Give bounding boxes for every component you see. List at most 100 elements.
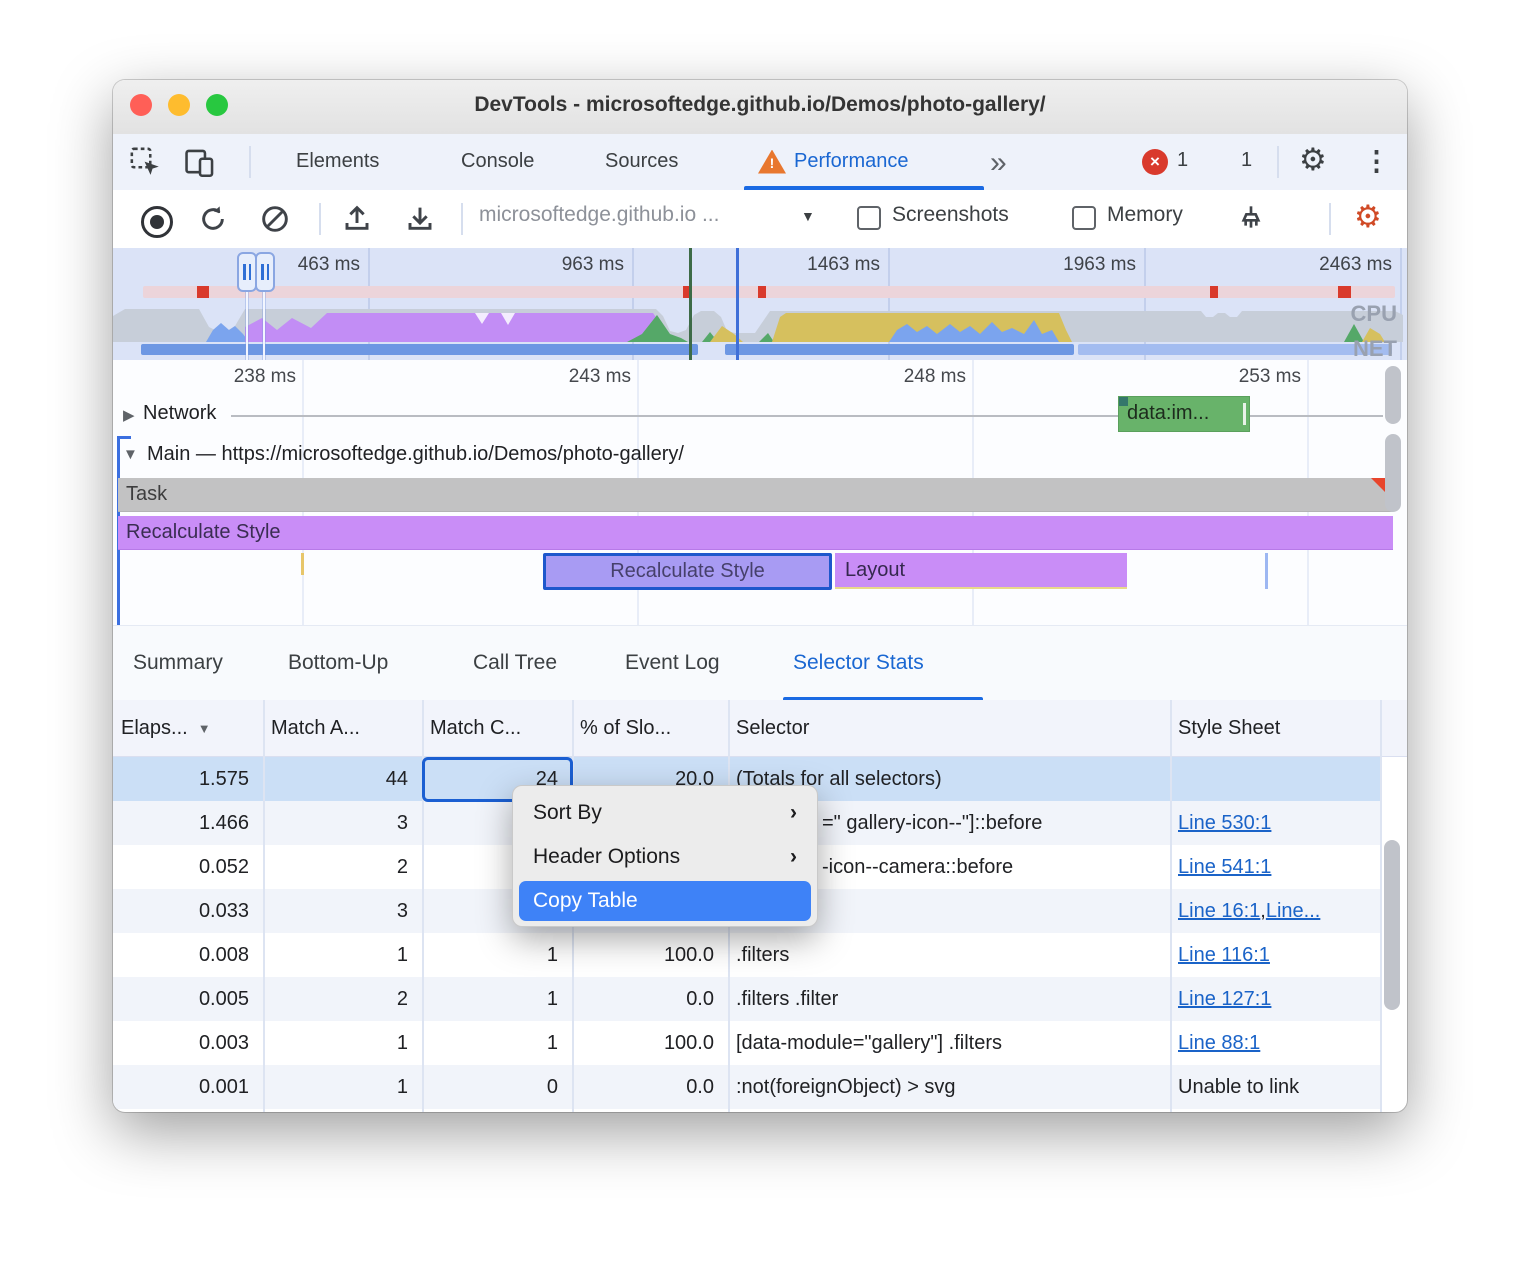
timeline-overview[interactable]: 463 ms963 ms1463 ms1963 ms2463 ms CPU NE… bbox=[113, 248, 1407, 360]
tab-sources[interactable]: Sources bbox=[605, 134, 707, 189]
main-track-label[interactable]: Main — https://microsoftedge.github.io/D… bbox=[147, 443, 684, 466]
settings-gear-icon[interactable]: ⚙ bbox=[1299, 144, 1327, 175]
style-sheet-link[interactable]: Line 127:1 bbox=[1178, 988, 1271, 1011]
selection-window-left-edge[interactable] bbox=[246, 288, 248, 360]
column-header-selector[interactable]: Selector bbox=[736, 700, 1168, 756]
selection-left-handle[interactable] bbox=[237, 252, 257, 292]
tab-summary[interactable]: Summary bbox=[133, 626, 251, 700]
network-request-block[interactable]: data:im... bbox=[1118, 396, 1250, 432]
inspect-element-icon[interactable] bbox=[129, 146, 163, 180]
cell-match_attempts: 2 bbox=[263, 845, 422, 889]
event-tick[interactable] bbox=[1265, 553, 1268, 589]
more-tabs-icon[interactable]: » bbox=[990, 146, 1005, 180]
cell-match_attempts: 1 bbox=[263, 1065, 422, 1109]
cell-style-sheet: Line 16:1 , Line... bbox=[1170, 889, 1380, 933]
style-sheet-link[interactable]: Line 541:1 bbox=[1178, 856, 1271, 879]
save-profile-icon[interactable] bbox=[404, 203, 436, 235]
clear-recording-icon[interactable] bbox=[259, 203, 291, 235]
column-header-style-sheet[interactable]: Style Sheet bbox=[1178, 700, 1378, 756]
column-header-match-c[interactable]: Match C... bbox=[430, 700, 570, 756]
table-row[interactable]: 0.005210.0.filters .filterLine 127:1 bbox=[113, 977, 1380, 1021]
cell-selector: .filters bbox=[728, 933, 1170, 977]
screenshots-checkbox[interactable] bbox=[857, 206, 881, 230]
selector-text: =" gallery-icon--"]::before bbox=[822, 812, 1042, 835]
column-header-label: Style Sheet bbox=[1178, 717, 1280, 740]
load-profile-icon[interactable] bbox=[341, 203, 373, 235]
recalculate-style-event-bar[interactable]: Recalculate Style bbox=[118, 516, 1393, 550]
cell-match_count: 1 bbox=[422, 977, 572, 1021]
net-activity-bar bbox=[1078, 344, 1392, 355]
menu-item-sort-by[interactable]: Sort By› bbox=[513, 791, 817, 835]
profile-select[interactable]: microsoftedge.github.io ... bbox=[479, 203, 809, 227]
flame-scrollbar-thumb[interactable] bbox=[1385, 366, 1401, 424]
table-row[interactable]: 0.00811100.0.filtersLine 116:1 bbox=[113, 933, 1380, 977]
long-task-marker bbox=[1210, 286, 1218, 298]
cell-style-sheet: Line 530:1 bbox=[1170, 801, 1380, 845]
sort-descending-icon: ▼ bbox=[198, 721, 211, 736]
menu-item-header-options[interactable]: Header Options› bbox=[513, 835, 817, 879]
cell-pct_slow: 100.0 bbox=[572, 1021, 728, 1065]
tab-console[interactable]: Console bbox=[461, 134, 565, 189]
style-sheet-link[interactable]: Line 88:1 bbox=[1178, 1032, 1260, 1055]
network-track-label[interactable]: Network bbox=[143, 402, 216, 425]
net-label: NET bbox=[1353, 336, 1397, 360]
tab-label: Selector Stats bbox=[793, 651, 924, 675]
task-event-bar[interactable]: Task bbox=[118, 478, 1393, 512]
table-row[interactable]: 0.001100.0:not(foreignObject) > svgUnabl… bbox=[113, 1065, 1380, 1109]
flame-chart-pane[interactable]: 238 ms243 ms248 ms253 ms ▶ Network data:… bbox=[113, 360, 1407, 625]
cpu-label: CPU bbox=[1351, 301, 1397, 327]
flame-scrollbar-thumb[interactable] bbox=[1385, 434, 1401, 512]
menu-item-copy-table[interactable]: Copy Table bbox=[519, 881, 811, 921]
collect-garbage-icon[interactable] bbox=[1235, 203, 1267, 235]
column-header-label: Selector bbox=[736, 717, 809, 740]
cell-match_attempts: 2 bbox=[263, 977, 422, 1021]
warning-count[interactable]: 1 bbox=[1241, 149, 1252, 172]
more-options-icon[interactable]: ⋮ bbox=[1363, 146, 1390, 177]
tab-selector-stats[interactable]: Selector Stats bbox=[793, 626, 971, 700]
menu-item-label: Header Options bbox=[533, 845, 680, 869]
style-sheet-link[interactable]: Line... bbox=[1266, 900, 1320, 923]
event-tick[interactable] bbox=[301, 553, 304, 575]
style-sheet-link[interactable]: Line 16:1 bbox=[1178, 900, 1260, 923]
column-header-label: % of Slo... bbox=[580, 717, 671, 740]
performance-toolbar: microsoftedge.github.io ... ▼ Screenshot… bbox=[113, 190, 1407, 250]
error-count[interactable]: 1 bbox=[1177, 149, 1188, 172]
cell-style-sheet: Line 88:1 bbox=[1170, 1021, 1380, 1065]
style-sheet-link[interactable]: Line 116:1 bbox=[1178, 944, 1270, 967]
memory-checkbox[interactable] bbox=[1072, 206, 1096, 230]
selection-window-right-edge[interactable] bbox=[263, 288, 265, 360]
recalculate-style-selected-event[interactable]: Recalculate Style bbox=[543, 553, 832, 590]
device-toolbar-icon[interactable] bbox=[183, 146, 217, 180]
table-row[interactable]: 0.00311100.0[data-module="gallery"] .fil… bbox=[113, 1021, 1380, 1065]
cell-style-sheet bbox=[1170, 757, 1380, 801]
window-title: DevTools - microsoftedge.github.io/Demos… bbox=[113, 93, 1407, 117]
reload-and-record-icon[interactable] bbox=[197, 203, 229, 235]
selection-right-handle[interactable] bbox=[255, 252, 275, 292]
cell-match_attempts: 44 bbox=[263, 757, 422, 801]
cell-elapsed: 0.008 bbox=[113, 933, 263, 977]
net-activity-bar bbox=[725, 344, 1074, 355]
divider bbox=[249, 146, 251, 178]
column-header-of-slo[interactable]: % of Slo... bbox=[580, 700, 726, 756]
capture-settings-gear-icon[interactable]: ⚙ bbox=[1354, 201, 1382, 232]
network-request-label: data:im... bbox=[1127, 402, 1209, 425]
tab-call-tree[interactable]: Call Tree bbox=[473, 626, 585, 700]
tab-bottom-up[interactable]: Bottom-Up bbox=[288, 626, 412, 700]
layout-event[interactable]: Layout bbox=[835, 553, 1127, 589]
network-disclosure-icon[interactable]: ▶ bbox=[123, 406, 135, 424]
divider bbox=[1329, 203, 1331, 235]
table-header: Elaps...▼Match A...Match C... % of Slo...… bbox=[113, 700, 1407, 757]
title-bar: DevTools - microsoftedge.github.io/Demos… bbox=[113, 80, 1407, 135]
main-disclosure-icon[interactable]: ▼ bbox=[123, 446, 138, 463]
divider bbox=[319, 203, 321, 235]
error-count-icon[interactable]: × bbox=[1142, 149, 1168, 175]
tab-performance[interactable]: !Performance bbox=[758, 134, 970, 189]
cell-match_count: 1 bbox=[422, 1021, 572, 1065]
style-sheet-link[interactable]: Line 530:1 bbox=[1178, 812, 1271, 835]
tab-elements[interactable]: Elements bbox=[296, 134, 406, 189]
overview-tick-label: 463 ms bbox=[210, 254, 360, 276]
tab-event-log[interactable]: Event Log bbox=[625, 626, 751, 700]
column-header-elaps[interactable]: Elaps...▼ bbox=[121, 700, 261, 756]
table-scrollbar-thumb[interactable] bbox=[1384, 840, 1400, 1010]
column-header-match-a[interactable]: Match A... bbox=[271, 700, 420, 756]
